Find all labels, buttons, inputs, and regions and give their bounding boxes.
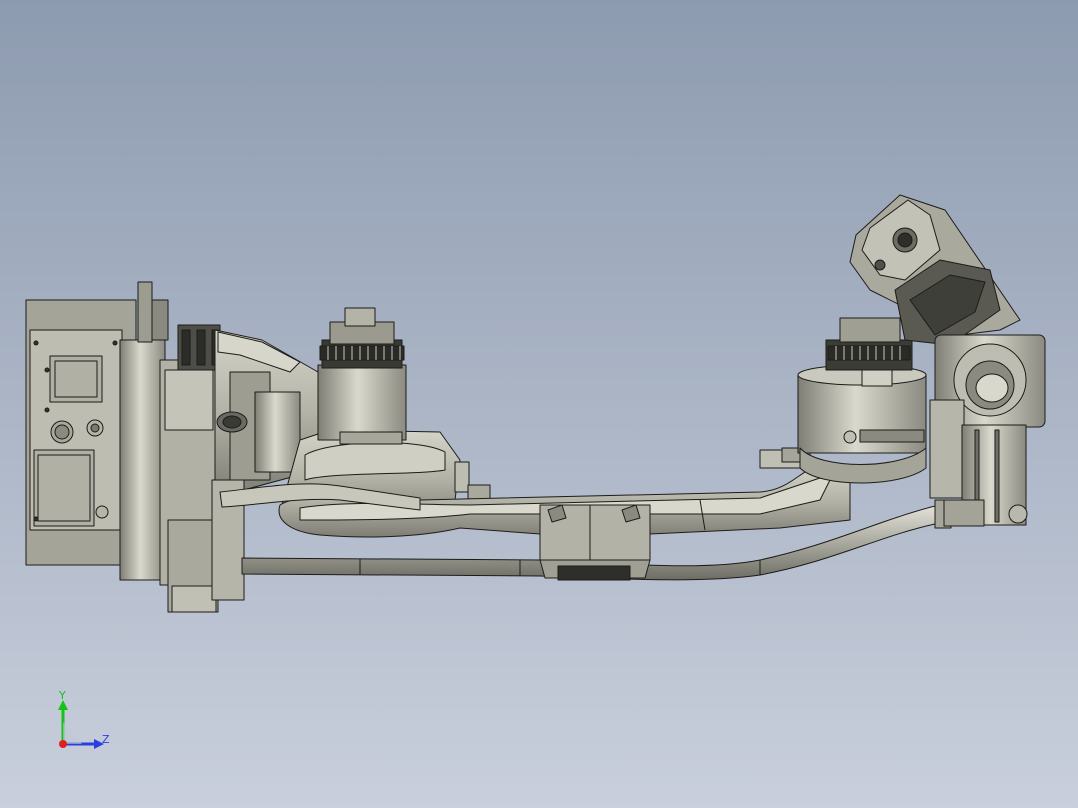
cad-viewport[interactable]: Y Z [0, 0, 1078, 808]
z-axis-label: Z [102, 733, 110, 746]
cad-model-canvas[interactable]: Y Z [0, 0, 1078, 808]
y-axis-label: Y [58, 689, 66, 702]
base-housing[interactable] [25, 281, 221, 613]
gear-ring [319, 345, 405, 361]
gear-ring-upper [827, 345, 911, 361]
x-axis-dot [59, 740, 67, 748]
access-panel-top [49, 355, 103, 403]
access-panel-bottom [33, 449, 95, 527]
